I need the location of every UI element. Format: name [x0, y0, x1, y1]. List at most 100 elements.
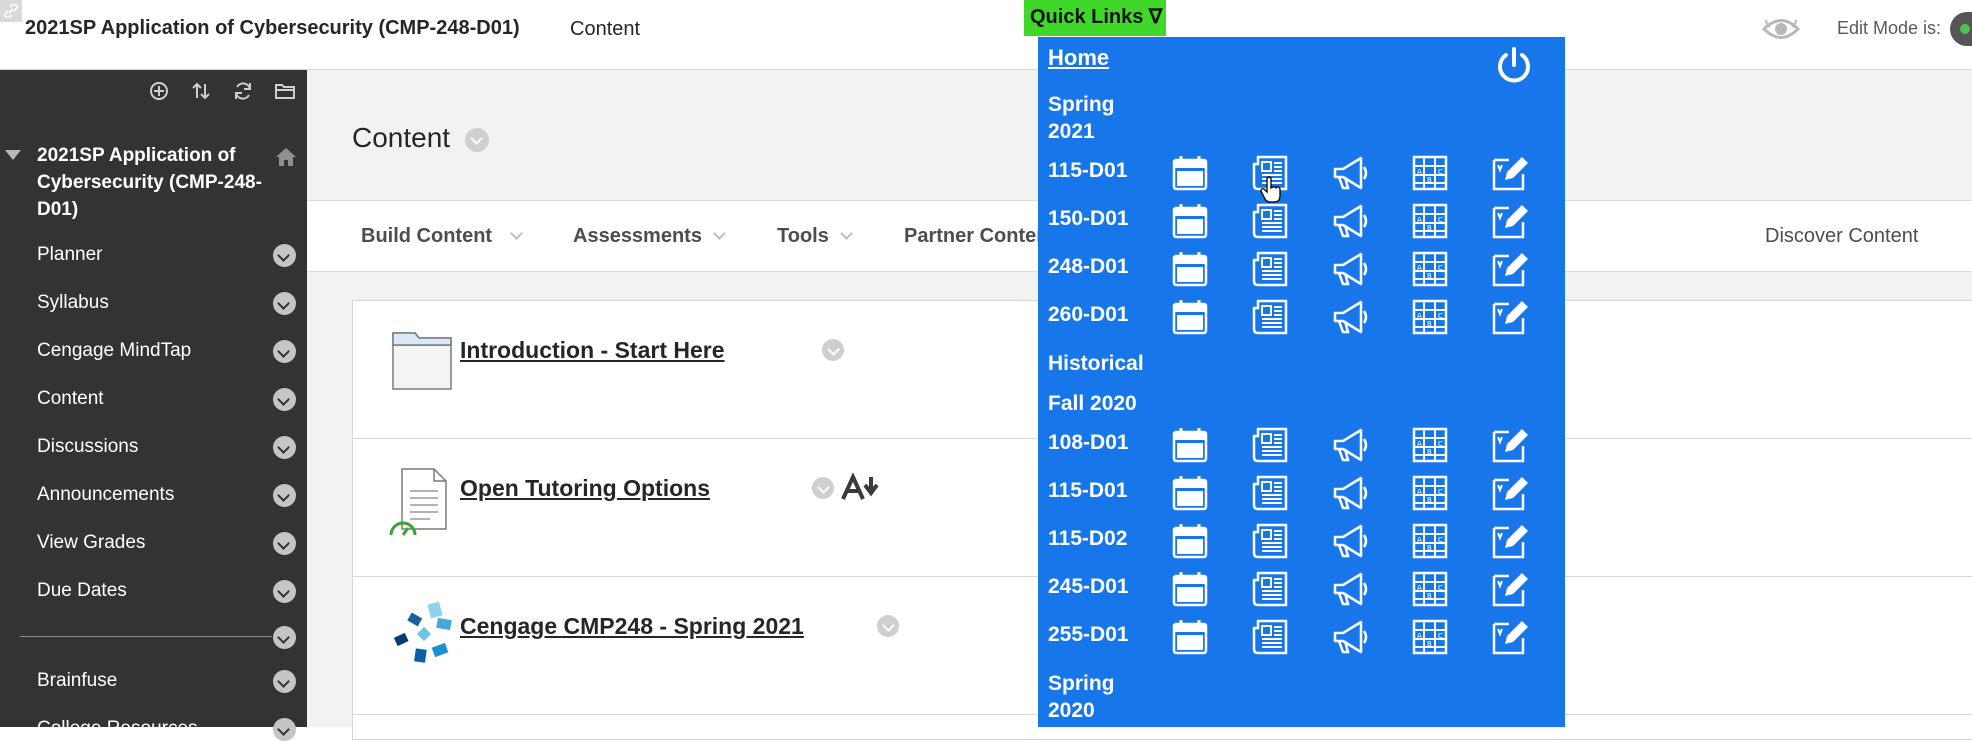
chevron-down-icon[interactable] [812, 477, 834, 499]
chevron-down-icon[interactable] [877, 615, 899, 637]
sidebar-item-due-dates[interactable]: Due Dates [37, 580, 127, 602]
megaphone-icon[interactable] [1331, 154, 1369, 192]
refresh-icon[interactable] [232, 80, 254, 107]
course-label: 115-D01 [1048, 479, 1128, 502]
gradebook-icon[interactable] [1411, 474, 1449, 512]
megaphone-icon[interactable] [1331, 570, 1369, 608]
course-title[interactable]: 2021SP Application of Cybersecurity (CMP… [25, 17, 520, 40]
edit-icon[interactable] [1491, 298, 1529, 336]
course-menu-sidebar: 2021SP Application of Cybersecurity (CMP… [0, 70, 307, 741]
megaphone-icon[interactable] [1331, 522, 1369, 560]
megaphone-icon[interactable] [1331, 202, 1369, 240]
content-item-link[interactable]: Introduction - Start Here [460, 337, 725, 364]
gradebook-icon[interactable] [1411, 570, 1449, 608]
gradebook-icon[interactable] [1411, 154, 1449, 192]
student-preview-icon[interactable] [1761, 14, 1801, 49]
assessments-button[interactable]: Assessments [573, 225, 702, 248]
quick-link-row: 115-D01 [1038, 154, 1565, 194]
sidebar-item-discussions[interactable]: Discussions [37, 436, 138, 458]
chevron-down-icon[interactable] [273, 626, 296, 649]
sidebar-item-announcements[interactable]: Announcements [37, 484, 174, 506]
edit-icon[interactable] [1491, 426, 1529, 464]
megaphone-icon[interactable] [1331, 474, 1369, 512]
sidebar-course-name[interactable]: 2021SP Application of Cybersecurity (CMP… [37, 142, 277, 223]
newspaper-icon[interactable] [1251, 250, 1289, 288]
chevron-down-icon[interactable] [273, 244, 296, 267]
chevron-down-icon[interactable] [273, 292, 296, 315]
calendar-icon[interactable] [1171, 250, 1209, 288]
edit-icon[interactable] [1491, 618, 1529, 656]
chevron-down-icon[interactable] [273, 436, 296, 459]
calendar-icon[interactable] [1171, 202, 1209, 240]
sidebar-item-brainfuse[interactable]: Brainfuse [37, 670, 117, 692]
gradebook-icon[interactable] [1411, 618, 1449, 656]
gradebook-icon[interactable] [1411, 298, 1449, 336]
content-item-link[interactable]: Open Tutoring Options [460, 475, 710, 502]
chevron-down-icon[interactable] [273, 580, 296, 603]
add-menu-item-icon[interactable] [148, 80, 170, 107]
calendar-icon[interactable] [1171, 474, 1209, 512]
newspaper-icon[interactable] [1251, 298, 1289, 336]
edit-icon[interactable] [1491, 474, 1529, 512]
chevron-down-icon[interactable] [822, 339, 844, 361]
newspaper-icon[interactable] [1251, 522, 1289, 560]
newspaper-icon[interactable] [1251, 618, 1289, 656]
edit-icon[interactable] [1491, 522, 1529, 560]
chevron-down-icon [713, 227, 726, 240]
chevron-down-icon[interactable] [273, 718, 296, 741]
newspaper-icon[interactable] [1251, 426, 1289, 464]
text-size-icon[interactable] [841, 472, 881, 508]
sidebar-item-content[interactable]: Content [37, 388, 104, 410]
tools-button[interactable]: Tools [777, 225, 829, 248]
collapse-course-icon[interactable] [5, 150, 21, 160]
edit-icon[interactable] [1491, 250, 1529, 288]
build-content-button[interactable]: Build Content [361, 225, 492, 248]
calendar-icon[interactable] [1171, 522, 1209, 560]
quick-links-button[interactable]: Quick Links ∇ [1024, 0, 1166, 36]
chevron-down-icon[interactable] [273, 388, 296, 411]
calendar-icon[interactable] [1171, 154, 1209, 192]
discover-content-button[interactable]: Discover Content [1765, 225, 1918, 248]
gradebook-icon[interactable] [1411, 426, 1449, 464]
sidebar-item-view-grades[interactable]: View Grades [37, 532, 145, 554]
content-item-link[interactable]: Cengage CMP248 - Spring 2021 [460, 613, 804, 640]
partner-content-button[interactable]: Partner Content [904, 225, 1055, 248]
edit-icon[interactable] [1491, 202, 1529, 240]
megaphone-icon[interactable] [1331, 618, 1369, 656]
sidebar-item-planner[interactable]: Planner [37, 244, 103, 266]
gradebook-icon[interactable] [1411, 250, 1449, 288]
sidebar-item-college-resources[interactable]: College Resources [37, 718, 198, 740]
chevron-down-icon[interactable] [273, 484, 296, 507]
chevron-down-icon[interactable] [273, 670, 296, 693]
chevron-down-icon[interactable] [273, 532, 296, 555]
course-label: 260-D01 [1048, 303, 1129, 326]
calendar-icon[interactable] [1171, 570, 1209, 608]
newspaper-icon[interactable] [1251, 570, 1289, 608]
reorder-icon[interactable] [190, 80, 212, 107]
page-title: Content [352, 122, 451, 153]
course-home-icon[interactable] [274, 146, 298, 173]
chevron-down-icon[interactable] [465, 128, 489, 152]
edit-icon[interactable] [1491, 570, 1529, 608]
quick-links-home-link[interactable]: Home [1048, 45, 1109, 71]
megaphone-icon[interactable] [1331, 250, 1369, 288]
quick-link-row: 115-D01 [1038, 474, 1565, 514]
sidebar-item-cengage-mindtap[interactable]: Cengage MindTap [37, 340, 191, 362]
calendar-icon[interactable] [1171, 426, 1209, 464]
power-icon[interactable] [1494, 45, 1534, 90]
link-icon[interactable] [0, 0, 22, 22]
gradebook-icon[interactable] [1411, 522, 1449, 560]
edit-mode-toggle[interactable] [1950, 12, 1972, 46]
folder-view-icon[interactable] [274, 80, 296, 107]
newspaper-icon[interactable] [1251, 474, 1289, 512]
megaphone-icon[interactable] [1331, 426, 1369, 464]
sidebar-item-syllabus[interactable]: Syllabus [37, 292, 109, 314]
chevron-down-icon[interactable] [273, 340, 296, 363]
calendar-icon[interactable] [1171, 618, 1209, 656]
megaphone-icon[interactable] [1331, 298, 1369, 336]
edit-icon[interactable] [1491, 154, 1529, 192]
chevron-down-icon [510, 227, 523, 240]
section-heading-fall-2020: Fall 2020 [1048, 392, 1137, 415]
calendar-icon[interactable] [1171, 298, 1209, 336]
gradebook-icon[interactable] [1411, 202, 1449, 240]
